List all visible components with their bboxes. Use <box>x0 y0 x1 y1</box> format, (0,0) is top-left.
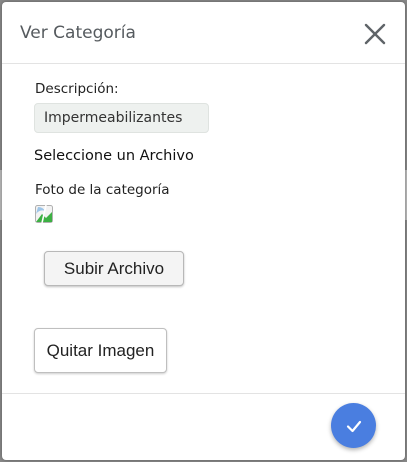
modal-footer <box>2 393 405 460</box>
broken-image-icon <box>34 204 54 224</box>
remove-image-button[interactable]: Quitar Imagen <box>34 328 167 373</box>
description-field: Impermeabilizantes <box>34 103 209 133</box>
check-icon <box>346 420 361 432</box>
close-button[interactable] <box>363 22 387 46</box>
modal-title: Ver Categoría <box>20 23 136 43</box>
description-label: Descripción: <box>35 81 119 97</box>
view-category-modal: Ver Categoría Descripción: Impermeabiliz… <box>2 2 405 460</box>
close-icon <box>364 23 386 45</box>
modal-header: Ver Categoría <box>2 2 405 64</box>
confirm-button[interactable] <box>331 403 376 448</box>
photo-label: Foto de la categoría <box>35 182 170 198</box>
select-file-text: Seleccione un Archivo <box>34 148 194 164</box>
upload-file-button[interactable]: Subir Archivo <box>44 251 184 286</box>
